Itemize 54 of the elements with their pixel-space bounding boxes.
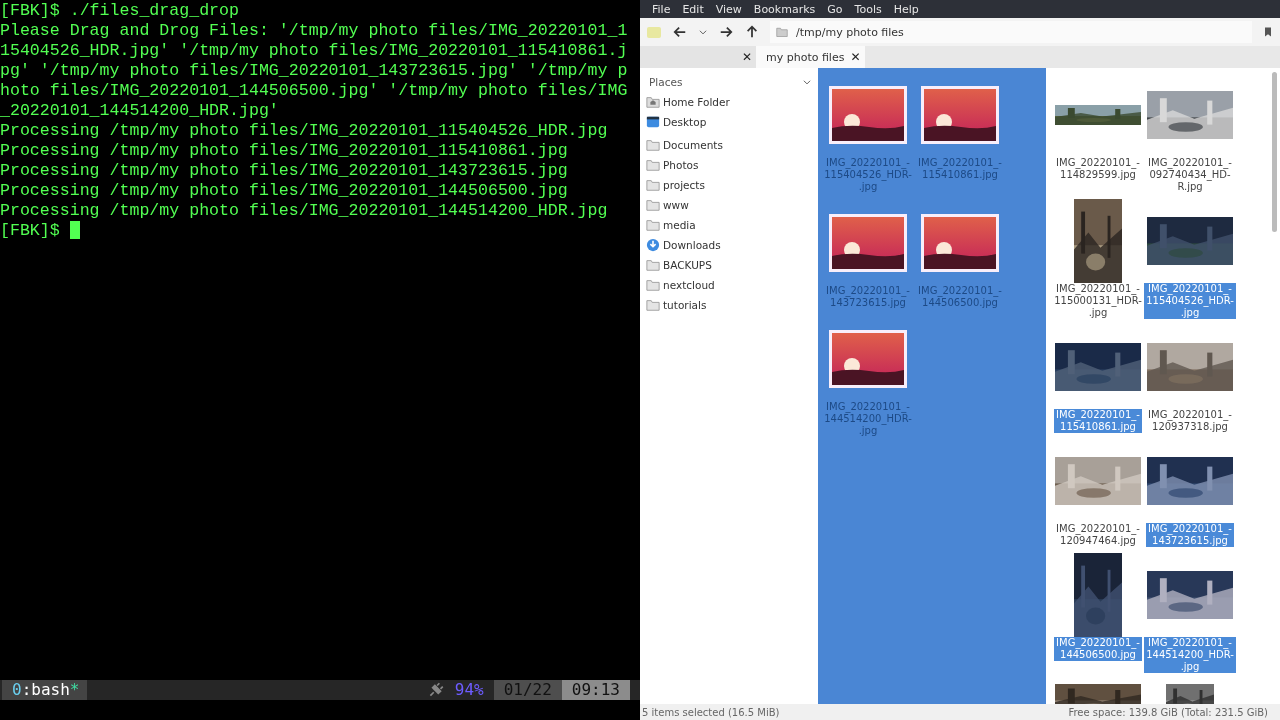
places-item[interactable]: nextcloud (646, 275, 812, 295)
menu-item[interactable]: Go (821, 2, 849, 16)
places-item[interactable]: www (646, 195, 812, 215)
file-label[interactable]: IMG_20220101_- 114829599.jpg (1054, 157, 1142, 181)
places-item[interactable]: Photos (646, 155, 812, 175)
menu-item[interactable]: Edit (676, 2, 710, 16)
terminal-prompt: [FBK]$ (0, 221, 60, 241)
places-item[interactable]: Desktop (646, 112, 812, 132)
clock-time: 09:13 (561, 680, 630, 700)
tab-label: my photo files (766, 50, 845, 64)
menu-item[interactable]: Tools (848, 2, 888, 16)
places-item[interactable]: projects (646, 175, 812, 195)
file-label[interactable]: IMG_20220101_- 115410861.jpg (1054, 409, 1142, 433)
places-item[interactable]: media (646, 215, 812, 235)
file-label[interactable]: IMG_20220101_- 144514200_HDR- .jpg (1144, 637, 1236, 673)
file-label[interactable]: IMG_20220101_- 092740434_HD- R.jpg (1146, 157, 1234, 193)
menu-item[interactable]: File (646, 2, 677, 16)
menu-item[interactable]: Bookmarks (747, 2, 822, 16)
date-text: 01/22 (493, 680, 562, 700)
places-item[interactable]: Documents (646, 135, 812, 155)
terminal-line: Processing /tmp/my photo files/IMG_20220101_115404526_HDR.jpg (0, 121, 608, 141)
close-tab-button[interactable]: ✕ (741, 50, 752, 64)
file-label[interactable]: IMG_20220101_- 115000131_HDR- .jpg (1052, 283, 1144, 319)
tab[interactable]: ✕ (640, 46, 756, 68)
menu-item[interactable]: Help (887, 2, 925, 16)
selection-status: 5 items selected (16.5 MiB) (642, 706, 780, 718)
places-item[interactable]: Downloads (646, 235, 812, 255)
tab[interactable]: my photo files ✕ (756, 46, 865, 68)
free-space-status: Free space: 139.8 GiB (Total: 231.5 GiB) (1068, 706, 1268, 718)
file-label: IMG_20220101_- 115410861.jpg (917, 157, 1003, 181)
terminal-line: Processing /tmp/my photo files/IMG_20220101_144506500.jpg (0, 181, 568, 201)
terminal-line: Processing /tmp/my photo files/IMG_20220101_143723615.jpg (0, 161, 568, 181)
file-label[interactable]: IMG_20220101_- 120947464.jpg (1054, 523, 1142, 547)
file-label: IMG_20220101_- 115404526_HDR- .jpg (823, 157, 913, 193)
terminal-line: Please Drag and Drog Files: '/tmp/my photo files/IMG_20220101_115404526_HDR.jpg' '/tmp/my photo files/IMG_20220101_115410861.jpg' '/tmp/my photo files/IMG_20220101_143723615.jpg' '/tmp/my photo files/IMG_20220101_144506500.jpg' '/tmp/my photo files/IMG_20220101_144514200_HDR.jpg' (0, 21, 629, 121)
file-label[interactable]: IMG_20220101_- 143723615.jpg (1146, 523, 1234, 547)
terminal-line: [FBK]$ ./files_drag_drop (0, 1, 239, 21)
places-item[interactable]: BACKUPS (646, 255, 812, 275)
places-item[interactable]: Home Folder (646, 92, 812, 112)
close-tab-button[interactable]: ✕ (850, 50, 861, 64)
file-label: IMG_20220101_- 144506500.jpg (917, 285, 1003, 309)
file-label: IMG_20220101_- 144514200_HDR- .jpg (823, 401, 913, 437)
menu-item[interactable]: View (709, 2, 748, 16)
terminal-line: Processing /tmp/my photo files/IMG_20220101_144514200_HDR.jpg (0, 201, 608, 221)
path-text: /tmp/my photo files (796, 25, 904, 39)
tmux-window-tab[interactable]: 0:bash* (2, 680, 88, 700)
places-heading: Places (649, 76, 683, 88)
file-label: IMG_20220101_- 143723615.jpg (825, 285, 911, 309)
file-label[interactable]: IMG_20220101_- 144506500.jpg (1054, 637, 1142, 661)
file-label[interactable]: IMG_20220101_- 115404526_HDR- .jpg (1144, 283, 1236, 319)
places-item[interactable]: tutorials (646, 295, 812, 315)
path-field[interactable]: /tmp/my photo files (770, 21, 1252, 43)
terminal-line: Processing /tmp/my photo files/IMG_20220101_115410861.jpg (0, 141, 568, 161)
file-label[interactable]: IMG_20220101_- 120937318.jpg (1146, 409, 1234, 433)
